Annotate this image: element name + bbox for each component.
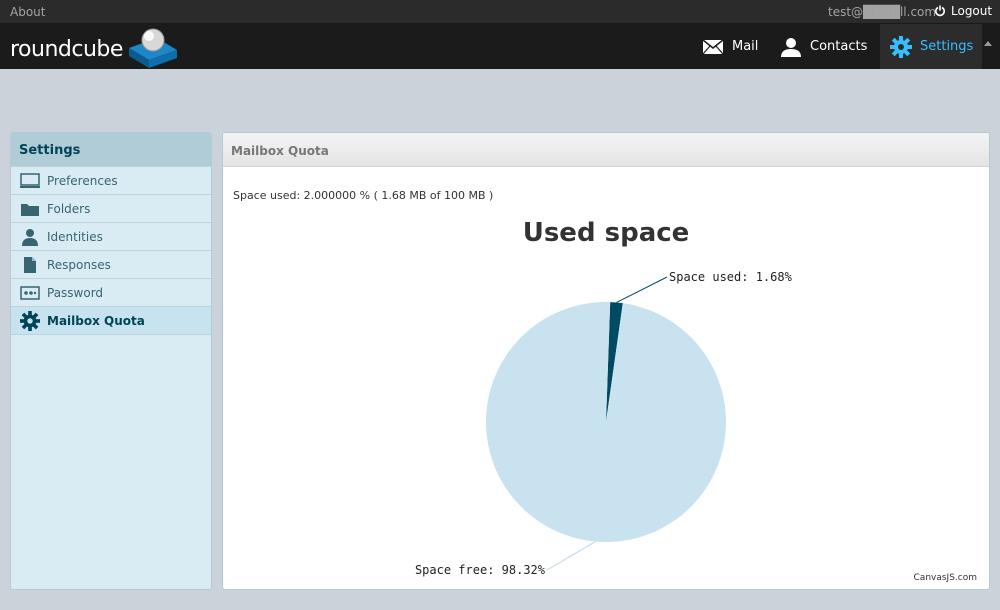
nav-mail-label: Mail — [732, 39, 759, 54]
logo-icon — [128, 28, 177, 68]
quota-pie-chart: Used space Space used: 1.68% Space free: … — [415, 218, 977, 583]
folder-icon — [19, 200, 41, 218]
sidebar-item-preferences[interactable]: Preferences — [11, 167, 211, 195]
roundcube-logo[interactable]: roundcube — [10, 26, 181, 70]
nav-contacts[interactable]: Contacts — [780, 24, 867, 69]
top-bar: About test@████ll.com Logout — [0, 0, 1000, 24]
sidebar-item-password[interactable]: Password — [11, 279, 211, 307]
sidebar-item-label: Folders — [47, 201, 91, 216]
nav-settings[interactable]: Settings — [880, 24, 982, 69]
chart-credit[interactable]: CanvasJS.com — [914, 573, 977, 583]
document-icon — [19, 256, 41, 274]
app-header: roundcube Mail Contacts Settings — [0, 24, 1000, 69]
logout-button[interactable]: Logout — [934, 4, 992, 18]
sidebar-item-responses[interactable]: Responses — [11, 251, 211, 279]
user-email: test@████ll.com — [828, 5, 937, 19]
monitor-icon — [19, 172, 41, 190]
sidebar-item-mailbox-quota[interactable]: Mailbox Quota — [11, 307, 211, 335]
password-icon — [19, 284, 41, 302]
logout-label: Logout — [951, 4, 993, 18]
about-link[interactable]: About — [10, 5, 45, 19]
sidebar-item-identities[interactable]: Identities — [11, 223, 211, 251]
pie-leader-line — [546, 541, 596, 571]
pie-slice-space-free — [485, 301, 726, 542]
pie-label: Space free: 98.32% — [415, 563, 546, 577]
nav-mail[interactable]: Mail — [702, 24, 758, 69]
sidebar-item-label: Responses — [47, 257, 111, 272]
settings-sidebar: Settings Preferences Folders Identities … — [10, 132, 212, 590]
logo-text: roundcube — [10, 36, 123, 62]
person-icon — [19, 228, 41, 246]
pie-label: Space used: 1.68% — [669, 270, 793, 284]
sidebar-title: Settings — [11, 133, 211, 167]
gear-icon — [19, 310, 41, 331]
sidebar-item-label: Identities — [47, 229, 103, 244]
main-panel: Mailbox Quota Space used: 2.000000 % ( 1… — [222, 132, 990, 590]
collapse-header-arrow[interactable] — [984, 41, 992, 46]
nav-settings-label: Settings — [920, 39, 974, 54]
sidebar-item-folders[interactable]: Folders — [11, 195, 211, 223]
sidebar-item-label: Preferences — [47, 173, 118, 188]
sidebar-item-label: Password — [47, 285, 104, 300]
gear-icon — [890, 35, 912, 58]
pie-leader-line — [616, 276, 668, 303]
sidebar-item-label: Mailbox Quota — [47, 313, 145, 328]
nav-contacts-label: Contacts — [810, 39, 868, 54]
person-icon — [781, 37, 801, 57]
envelope-icon — [702, 38, 724, 54]
chart-title: Used space — [523, 218, 690, 248]
power-icon — [935, 5, 945, 17]
